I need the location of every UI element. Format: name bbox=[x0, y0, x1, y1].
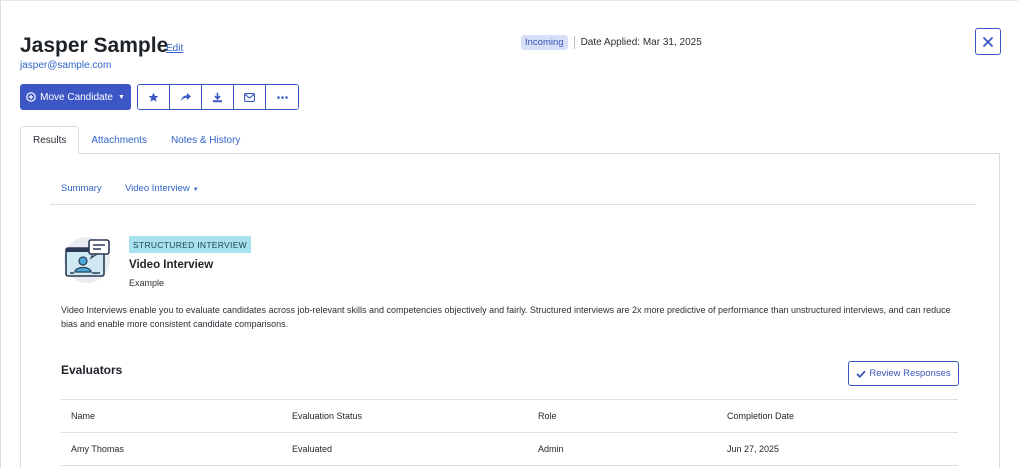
date-applied: Date Applied: Mar 31, 2025 bbox=[580, 37, 702, 48]
check-icon bbox=[856, 370, 866, 378]
subtab-divider bbox=[50, 204, 976, 205]
candidate-email[interactable]: jasper@sample.com bbox=[20, 60, 111, 71]
completion-date: Jun 27, 2025 bbox=[727, 444, 780, 454]
close-button[interactable] bbox=[975, 28, 1001, 55]
interview-type-tag: STRUCTURED INTERVIEW bbox=[129, 236, 251, 253]
column-header-evaluation-status: Evaluation Status bbox=[292, 411, 363, 421]
edit-link[interactable]: Edit bbox=[166, 43, 183, 54]
status-separator bbox=[573, 36, 575, 49]
subtab-summary[interactable]: Summary bbox=[61, 183, 102, 194]
video-interview-icon bbox=[64, 237, 110, 283]
mail-icon bbox=[244, 92, 255, 102]
action-icon-group bbox=[137, 84, 299, 110]
column-header-role: Role bbox=[538, 411, 557, 421]
chevron-down-icon: ▼ bbox=[192, 187, 199, 193]
share-button[interactable] bbox=[170, 85, 202, 109]
column-header-name: Name bbox=[71, 411, 96, 421]
tab-notes-history[interactable]: Notes & History bbox=[159, 126, 252, 154]
status-area: Incoming Date Applied: Mar 31, 2025 bbox=[521, 35, 702, 50]
share-icon bbox=[180, 92, 191, 101]
interview-description: Video Interviews enable you to evaluate … bbox=[61, 305, 951, 329]
more-icon bbox=[276, 95, 288, 99]
evaluator-name: Amy Thomas bbox=[71, 444, 124, 454]
review-responses-label: Review Responses bbox=[869, 368, 951, 379]
subtab-video-interview-label: Video Interview bbox=[125, 183, 190, 194]
status-badge: Incoming bbox=[521, 35, 568, 50]
interview-title: Video Interview bbox=[129, 259, 214, 271]
subtab-summary-label: Summary bbox=[61, 183, 102, 194]
star-icon bbox=[148, 92, 159, 102]
evaluator-role: Admin bbox=[538, 444, 564, 454]
email-button[interactable] bbox=[234, 85, 266, 109]
move-candidate-button[interactable]: Move Candidate ▼ bbox=[20, 84, 131, 110]
table-divider bbox=[61, 432, 958, 433]
download-icon bbox=[213, 92, 222, 102]
move-candidate-label: Move Candidate bbox=[40, 91, 113, 103]
favorite-button[interactable] bbox=[138, 85, 170, 109]
evaluation-status: Evaluated bbox=[292, 444, 333, 454]
download-button[interactable] bbox=[202, 85, 234, 109]
chevron-down-icon: ▼ bbox=[117, 93, 125, 101]
interview-subtitle: Example bbox=[129, 278, 165, 288]
table-divider bbox=[61, 465, 958, 466]
evaluators-heading: Evaluators bbox=[61, 363, 123, 377]
subtab-video-interview[interactable]: Video Interview ▼ bbox=[125, 183, 199, 194]
table-divider bbox=[61, 399, 958, 400]
close-icon bbox=[983, 36, 993, 47]
main-tabs: Results Attachments Notes & History bbox=[20, 126, 252, 154]
more-button[interactable] bbox=[266, 85, 298, 109]
candidate-name: Jasper Sample bbox=[20, 34, 169, 57]
column-header-completion-date: Completion Date bbox=[727, 411, 795, 421]
plus-circle-icon bbox=[26, 92, 36, 102]
tab-results[interactable]: Results bbox=[20, 126, 80, 154]
review-responses-button[interactable]: Review Responses bbox=[848, 361, 959, 386]
tab-attachments[interactable]: Attachments bbox=[79, 126, 159, 154]
